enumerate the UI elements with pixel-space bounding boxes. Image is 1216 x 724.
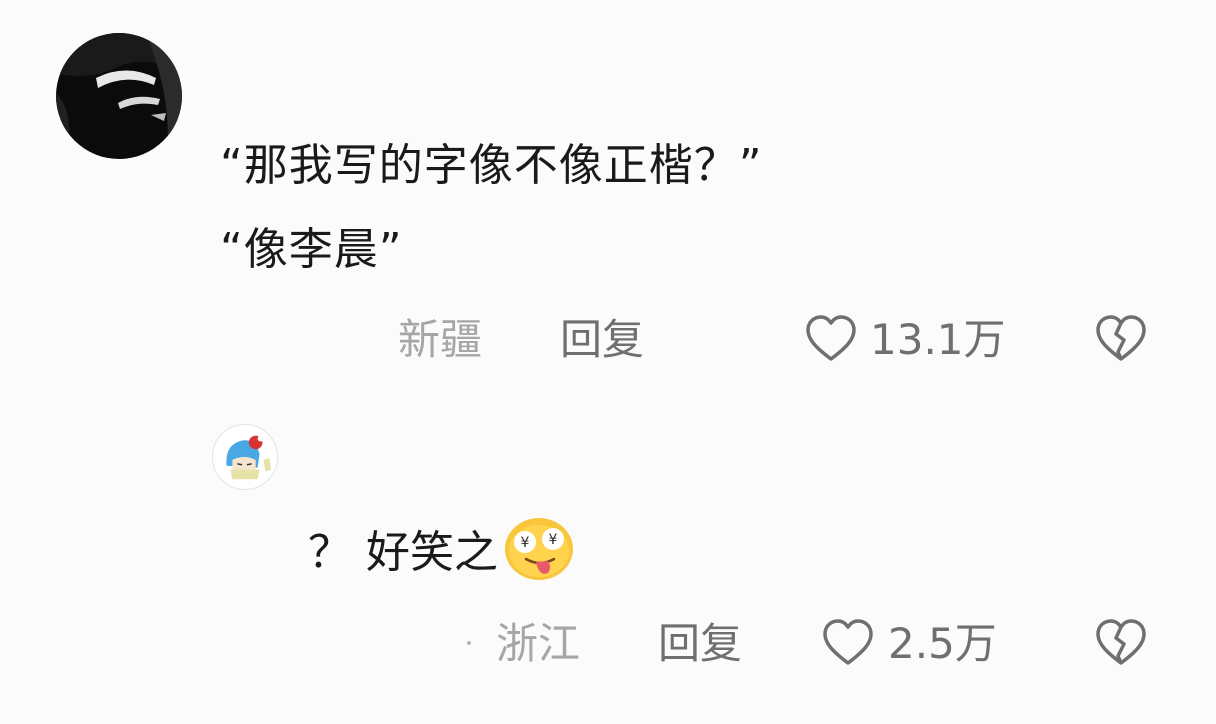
anime-character-image: [213, 425, 277, 489]
money-eyes-tongue-emoji: ¥ ¥: [502, 515, 576, 583]
heart-outline-icon[interactable]: [803, 312, 859, 366]
svg-text:¥: ¥: [521, 535, 530, 551]
reply-to-reply-button[interactable]: 回复: [658, 623, 742, 665]
heart-outline-icon[interactable]: [820, 616, 876, 670]
commenter-avatar[interactable]: [56, 33, 182, 159]
svg-text:¥: ¥: [549, 532, 558, 548]
comment-text-line-2: “像李晨”: [220, 224, 403, 275]
reply-like-count: 2.5万: [888, 619, 997, 668]
like-count: 13.1万: [870, 315, 1006, 364]
broken-heart-icon[interactable]: [1093, 312, 1149, 366]
broken-heart-icon[interactable]: [1093, 616, 1149, 670]
reply-location: 浙江: [496, 619, 581, 668]
reply-text-content: ？ 好笑之: [308, 527, 498, 578]
comment-location: 新疆: [398, 315, 483, 364]
reply-text: ？ 好笑之 ¥ ¥: [308, 518, 576, 583]
separator-dot: [467, 641, 471, 645]
replier-avatar[interactable]: [212, 424, 278, 490]
reply-button[interactable]: 回复: [560, 319, 644, 361]
comment-text-line-1: “那我写的字像不像正楷？”: [220, 140, 763, 191]
dark-portrait-image: [56, 33, 182, 159]
